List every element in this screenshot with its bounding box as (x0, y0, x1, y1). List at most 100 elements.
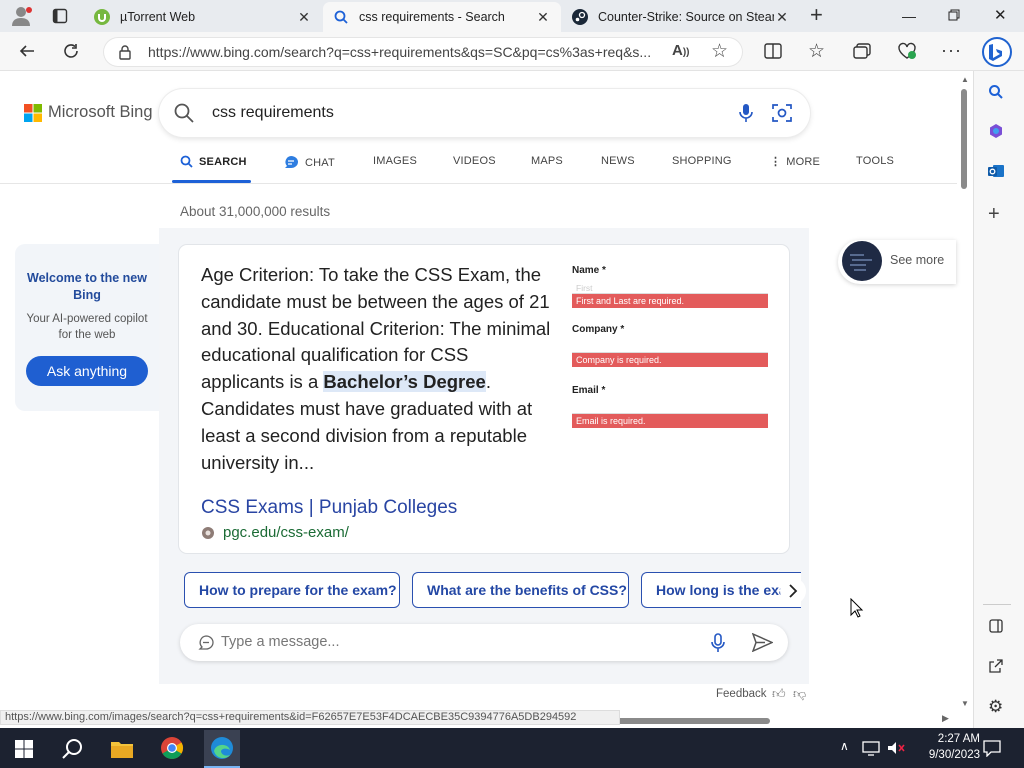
chevron-right-icon[interactable] (780, 578, 806, 604)
microphone-icon[interactable] (738, 103, 754, 123)
more-options-icon[interactable]: ··· (941, 40, 962, 61)
notifications-icon[interactable] (983, 739, 1001, 757)
mouse-cursor-icon (850, 598, 864, 618)
tab-steam[interactable]: Counter-Strike: Source on Steam ✕ (562, 2, 800, 32)
nav-images[interactable]: IMAGES (373, 155, 417, 167)
nav-shopping[interactable]: SHOPPING (672, 155, 732, 167)
vertical-dots-icon: ⋮ (770, 156, 782, 168)
feedback-link[interactable]: Feedback (716, 688, 767, 700)
suggestion-chip[interactable]: What are the benefits of CSS? (412, 572, 629, 608)
steam-icon (572, 9, 588, 25)
search-icon (180, 155, 193, 168)
result-count: About 31,000,000 results (180, 204, 331, 219)
nav-chat[interactable]: CHAT (283, 155, 335, 170)
windows-start-icon[interactable] (15, 740, 33, 758)
nav-videos[interactable]: VIDEOS (453, 155, 496, 167)
network-icon[interactable] (862, 740, 880, 756)
nav-search[interactable]: SEARCH (180, 155, 247, 168)
edge-icon (210, 736, 234, 760)
read-aloud-icon[interactable]: A)) (672, 42, 690, 59)
nav-more[interactable]: ⋮ MORE (770, 155, 820, 169)
form-company-error: Company is required. (572, 353, 768, 367)
file-explorer-icon[interactable] (110, 739, 134, 759)
form-email-field (572, 400, 768, 414)
show-hidden-icons-icon[interactable]: ∧ (840, 739, 849, 753)
microsoft-logo-icon (24, 103, 42, 122)
form-name-error: First and Last are required. (572, 294, 768, 308)
clock-date: 9/30/2023 (928, 749, 980, 761)
bing-logo-text: Microsoft Bing (48, 103, 153, 121)
close-tab-icon[interactable]: ✕ (535, 9, 551, 26)
new-tab-icon[interactable]: + (810, 4, 823, 26)
sidebar-tools-icon[interactable] (988, 123, 1004, 139)
refresh-icon[interactable] (62, 42, 80, 60)
thumbs-up-icon[interactable]: 👍︎ (772, 686, 786, 702)
form-company-field (572, 339, 768, 353)
tab-title: µTorrent Web (120, 10, 196, 24)
form-name-field: First (572, 280, 768, 294)
url-text[interactable]: https://www.bing.com/search?q=css+requir… (148, 44, 660, 60)
message-input[interactable]: Type a message... (221, 634, 339, 650)
collections-icon[interactable] (853, 43, 871, 59)
close-tab-icon[interactable]: ✕ (296, 9, 312, 26)
taskbar-clock[interactable]: 2:27 AM 9/30/2023 (900, 731, 980, 763)
bing-logo[interactable]: Microsoft Bing (24, 103, 153, 122)
microphone-icon[interactable] (710, 633, 726, 653)
sidebar-settings-icon[interactable]: ⚙ (988, 698, 1003, 715)
tab-bing-search[interactable]: css requirements - Search ✕ (323, 2, 561, 32)
form-image-name[interactable]: Name * First First and Last are required… (572, 265, 768, 308)
source-title-link[interactable]: CSS Exams | Punjab Colleges (201, 497, 457, 519)
favorite-star-icon[interactable]: ☆ (711, 40, 728, 63)
nav-news[interactable]: NEWS (601, 155, 635, 167)
search-icon (333, 9, 349, 25)
sidebar-search-icon[interactable] (988, 84, 1004, 100)
favorites-icon[interactable]: ☆ (808, 40, 825, 63)
tab-utorrent[interactable]: µTorrent Web ✕ (84, 2, 322, 32)
nav-divider (0, 183, 957, 184)
sidebar-outlook-icon[interactable] (988, 163, 1004, 179)
site-favicon-icon (201, 526, 215, 540)
send-icon[interactable] (752, 633, 773, 652)
form-image-email[interactable]: Email * Email is required. (572, 385, 768, 428)
suggestion-chip[interactable]: How long is the exa (641, 572, 801, 608)
new-topic-icon[interactable] (197, 634, 215, 652)
browser-essentials-icon[interactable] (897, 42, 917, 60)
clock-time: 2:27 AM (937, 733, 980, 745)
source-url[interactable]: pgc.edu/css-exam/ (201, 524, 349, 541)
vertical-scrollbar[interactable]: ▲ ▼ (957, 71, 970, 714)
taskbar-search-icon[interactable] (62, 738, 84, 760)
scroll-thumb[interactable] (961, 89, 967, 189)
close-tab-icon[interactable]: ✕ (774, 9, 790, 26)
sidebar-open-external-icon[interactable] (989, 659, 1003, 673)
suggestion-chip[interactable]: How to prepare for the exam? (184, 572, 400, 608)
search-input[interactable]: css requirements (212, 104, 334, 122)
search-icon[interactable] (174, 103, 194, 123)
status-bar-url: https://www.bing.com/images/search?q=css… (0, 710, 620, 725)
tab-actions-icon[interactable] (52, 8, 68, 24)
lock-icon[interactable] (118, 44, 132, 60)
close-window-icon[interactable]: ✕ (994, 6, 1007, 24)
profile-icon[interactable] (10, 6, 32, 26)
tab-title: css requirements - Search (359, 10, 505, 24)
welcome-title: Welcome to the new Bing (27, 271, 147, 302)
answer-highlight: Bachelor’s Degree (323, 371, 486, 393)
chat-bubble-icon (283, 155, 299, 170)
nav-maps[interactable]: MAPS (531, 155, 563, 167)
chrome-icon[interactable] (160, 736, 184, 760)
back-icon[interactable] (18, 42, 36, 60)
sidebar-panel-icon[interactable] (989, 619, 1003, 633)
nav-tools[interactable]: TOOLS (856, 155, 894, 167)
form-image-company[interactable]: Company * Company is required. (572, 324, 768, 367)
minimize-icon[interactable]: — (902, 8, 916, 24)
sidebar-add-icon[interactable]: + (988, 204, 1000, 224)
restore-icon[interactable] (948, 9, 960, 21)
tab-title: Counter-Strike: Source on Steam (598, 10, 774, 24)
visual-search-icon[interactable] (772, 103, 792, 123)
see-more-thumbnail[interactable] (842, 241, 882, 281)
ask-anything-button[interactable]: Ask anything (26, 356, 148, 386)
thumbs-down-icon[interactable]: 👎︎ (793, 686, 806, 702)
welcome-subtitle: Your AI-powered copilot for the web (26, 313, 148, 341)
answer-text: Age Criterion: To take the CSS Exam, the… (201, 264, 551, 473)
split-screen-icon[interactable] (764, 43, 782, 59)
bing-copilot-icon[interactable] (981, 36, 1013, 68)
